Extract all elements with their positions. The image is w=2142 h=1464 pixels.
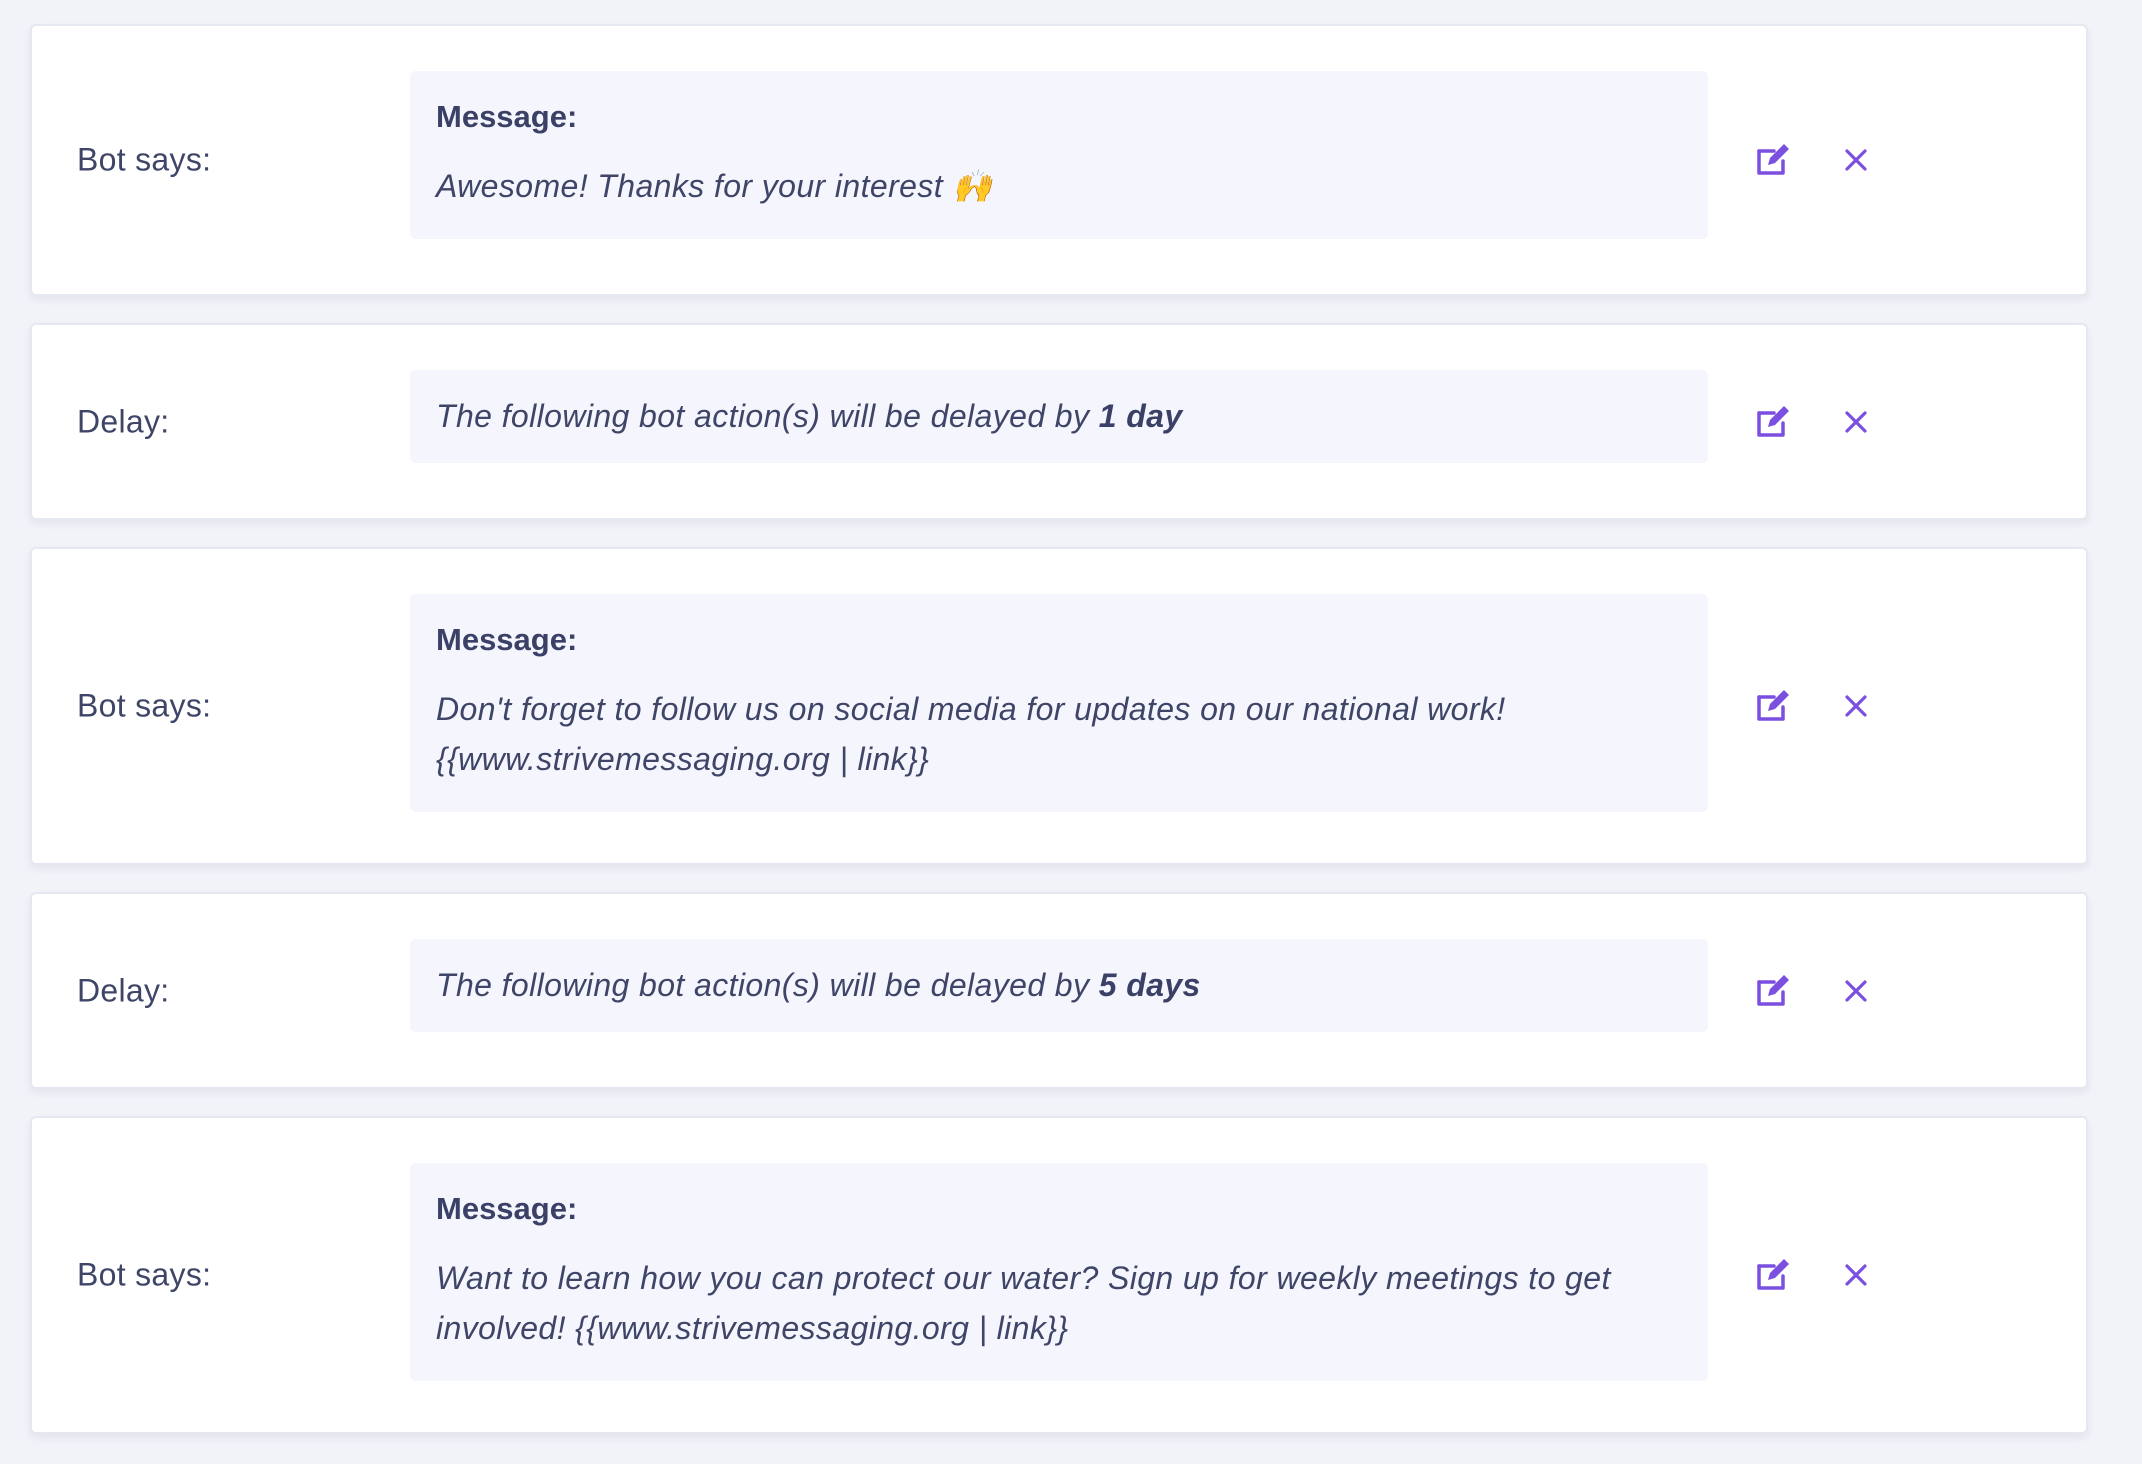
delete-button[interactable] bbox=[1836, 686, 1876, 726]
message-box: Message: Don't forget to follow us on so… bbox=[410, 594, 1708, 812]
step-actions bbox=[1754, 402, 1876, 442]
close-icon bbox=[1845, 1264, 1867, 1286]
bot-says-card: Bot says: Message: Want to learn how you… bbox=[30, 1116, 2088, 1434]
close-icon bbox=[1845, 149, 1867, 171]
delay-box: The following bot action(s) will be dela… bbox=[410, 370, 1708, 463]
edit-button[interactable] bbox=[1754, 402, 1794, 442]
delay-box: The following bot action(s) will be dela… bbox=[410, 939, 1708, 1032]
edit-button[interactable] bbox=[1754, 971, 1794, 1011]
edit-icon bbox=[1757, 974, 1789, 1006]
delete-button[interactable] bbox=[1836, 1255, 1876, 1295]
step-label: Bot says: bbox=[77, 1256, 212, 1293]
close-icon bbox=[1845, 695, 1867, 717]
step-label: Bot says: bbox=[77, 141, 212, 178]
step-actions bbox=[1754, 971, 1876, 1011]
message-box: Message: Want to learn how you can prote… bbox=[410, 1163, 1708, 1381]
edit-button[interactable] bbox=[1754, 1255, 1794, 1295]
delay-duration: 5 days bbox=[1098, 967, 1201, 1003]
edit-icon bbox=[1757, 1259, 1789, 1290]
message-box: Message: Awesome! Thanks for your intere… bbox=[410, 71, 1708, 239]
close-icon bbox=[1845, 979, 1867, 1002]
delete-button[interactable] bbox=[1836, 971, 1876, 1011]
message-heading: Message: bbox=[436, 622, 578, 657]
message-heading: Message: bbox=[436, 99, 578, 134]
delay-prefix: The following bot action(s) will be dela… bbox=[436, 967, 1099, 1003]
step-label: Delay: bbox=[77, 403, 170, 439]
bot-says-card: Bot says: Message: Don't forget to follo… bbox=[30, 547, 2088, 865]
delay-card: Delay: The following bot action(s) will … bbox=[30, 892, 2088, 1089]
edit-icon bbox=[1757, 690, 1789, 721]
delay-text: The following bot action(s) will be dela… bbox=[436, 967, 1201, 1003]
delete-button[interactable] bbox=[1836, 140, 1876, 180]
edit-button[interactable] bbox=[1754, 686, 1794, 726]
edit-icon bbox=[1757, 405, 1789, 437]
delay-card: Delay: The following bot action(s) will … bbox=[30, 323, 2088, 520]
bot-steps-list: Bot says: Message: Awesome! Thanks for y… bbox=[30, 24, 2088, 1461]
step-actions bbox=[1754, 140, 1876, 180]
step-actions bbox=[1754, 1255, 1876, 1295]
delay-duration: 1 day bbox=[1098, 398, 1183, 434]
delay-text: The following bot action(s) will be dela… bbox=[436, 398, 1183, 434]
step-label: Delay: bbox=[77, 972, 170, 1008]
delay-prefix: The following bot action(s) will be dela… bbox=[436, 398, 1099, 434]
bot-says-card: Bot says: Message: Awesome! Thanks for y… bbox=[30, 24, 2088, 296]
delete-button[interactable] bbox=[1836, 402, 1876, 442]
close-icon bbox=[1845, 410, 1867, 433]
edit-button[interactable] bbox=[1754, 140, 1794, 180]
edit-icon bbox=[1757, 144, 1789, 175]
message-body: Want to learn how you can protect our wa… bbox=[436, 1260, 1611, 1346]
message-body: Don't forget to follow us on social medi… bbox=[436, 691, 1506, 777]
step-label: Bot says: bbox=[77, 687, 212, 724]
step-actions bbox=[1754, 686, 1876, 726]
message-heading: Message: bbox=[436, 1191, 578, 1226]
message-body: Awesome! Thanks for your interest 🙌 bbox=[436, 168, 993, 204]
